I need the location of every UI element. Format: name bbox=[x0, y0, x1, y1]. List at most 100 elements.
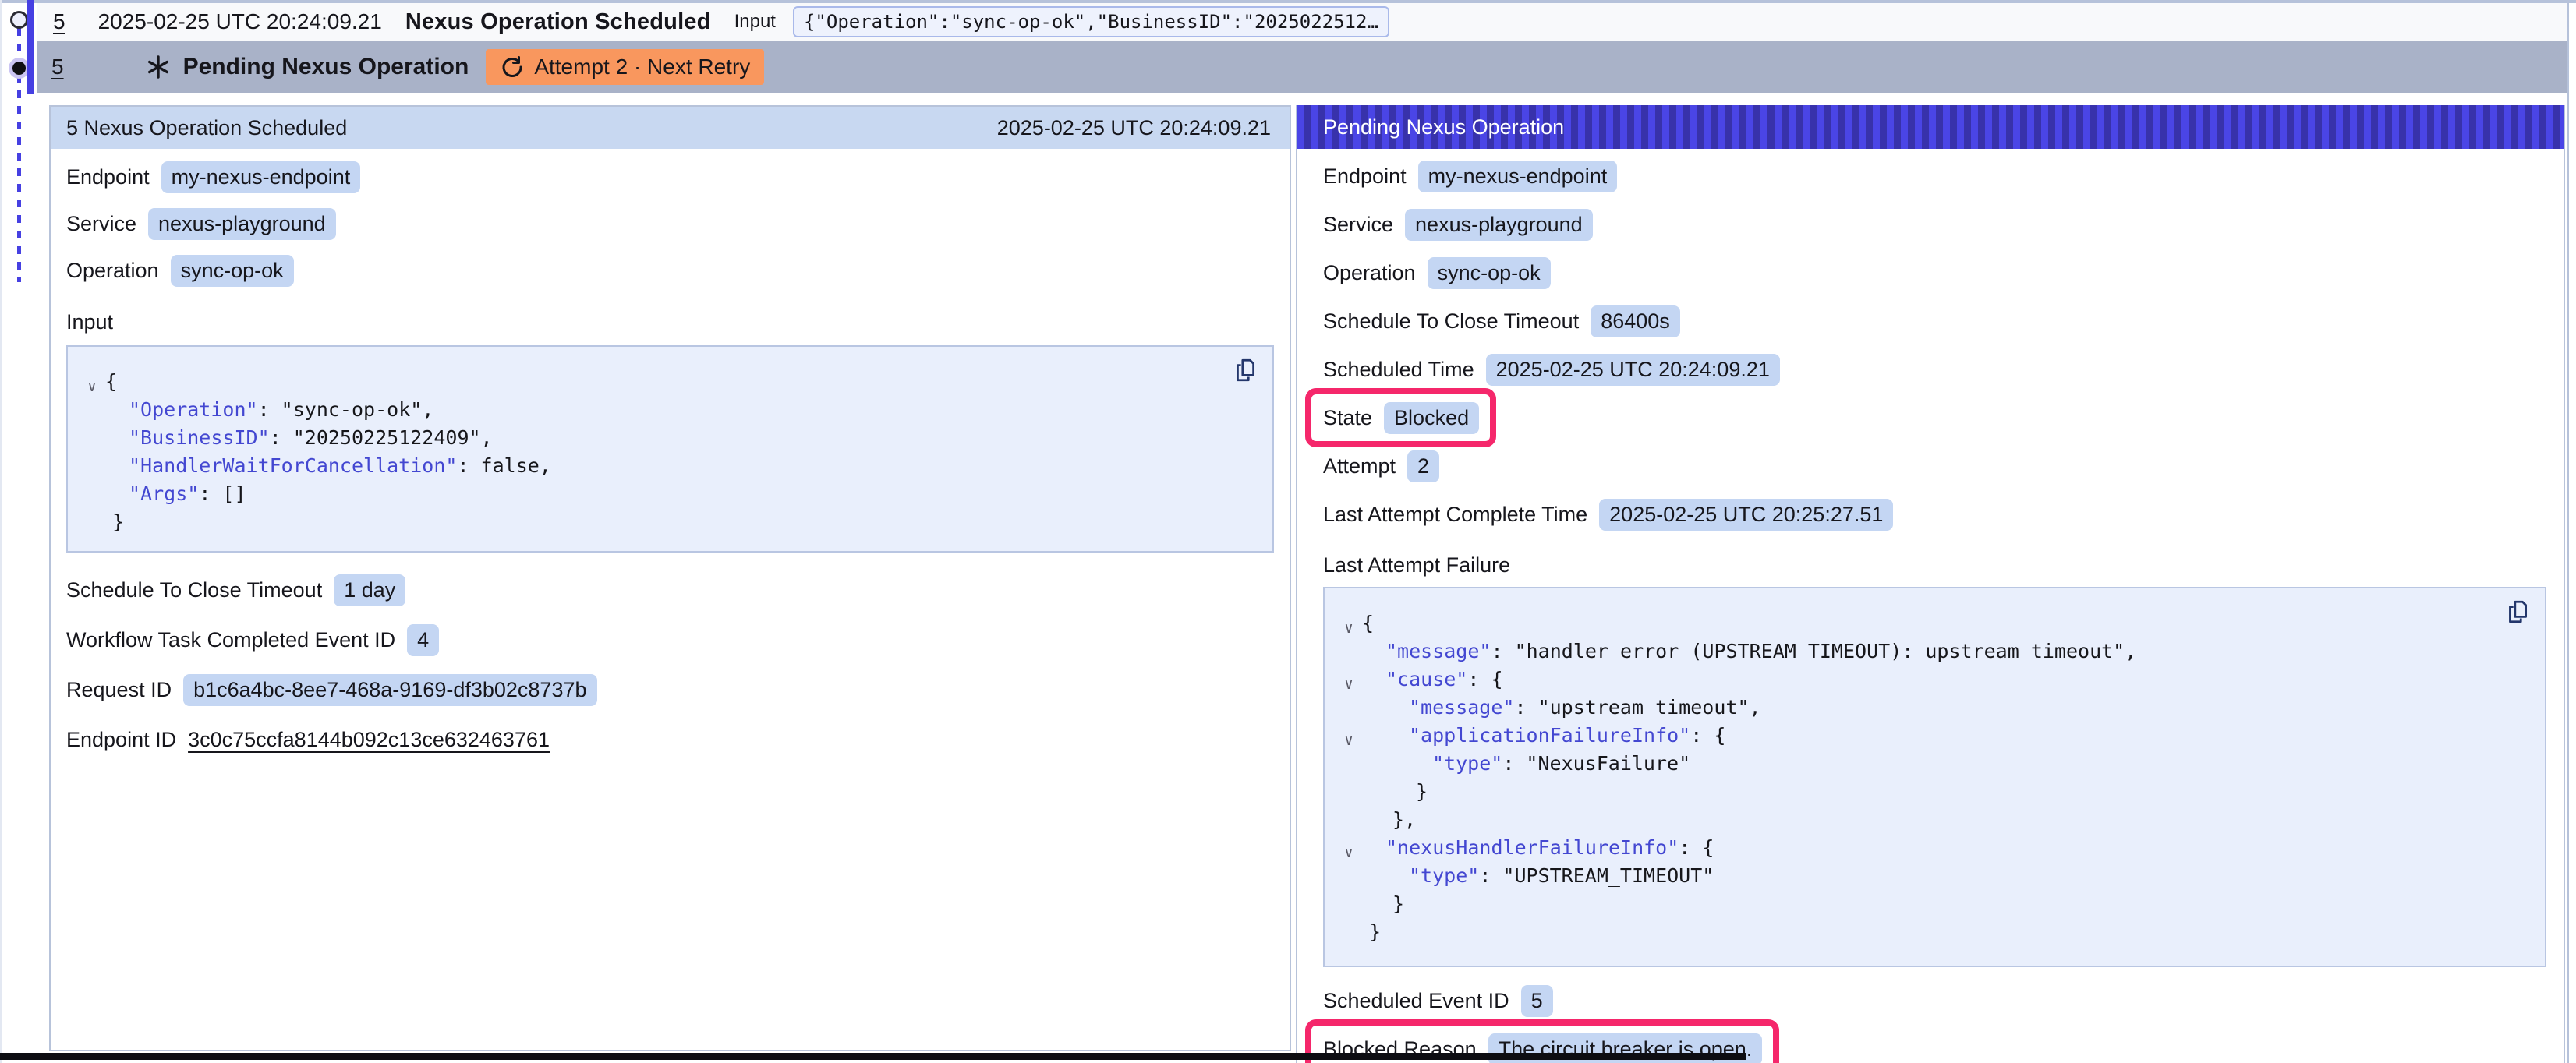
input-json-block: ∨{∨"Operation": "sync-op-ok",∨"BusinessI… bbox=[66, 345, 1274, 553]
pending-operation-panel: Pending Nexus Operation Endpointmy-nexus… bbox=[1296, 105, 2565, 1063]
field-label-operation: Operation bbox=[1323, 261, 1416, 285]
field-label-request-id: Request ID bbox=[66, 678, 172, 702]
field-label-state: State bbox=[1323, 406, 1372, 430]
field-row-scheduled-event-id: Scheduled Event ID 5 bbox=[1297, 976, 1553, 1025]
field-label-schedule-to-close-timeout: Schedule To Close Timeout bbox=[1323, 309, 1579, 334]
temporal-workflow-history-screen: 5 2025-02-25 UTC 20:24:09.21 Nexus Opera… bbox=[0, 0, 2576, 1063]
field-row-endpoint: Endpointmy-nexus-endpoint bbox=[1297, 152, 1617, 200]
field-label-endpoint-id: Endpoint ID bbox=[66, 728, 176, 752]
retry-icon bbox=[500, 55, 525, 79]
event-fields-bottom: Schedule To Close Timeout1 dayWorkflow T… bbox=[51, 565, 1290, 765]
field-row-service: Service nexus-playground bbox=[51, 200, 336, 247]
timeline-gutter bbox=[0, 0, 37, 312]
event-input-preview-chip[interactable]: {"Operation":"sync-op-ok","BusinessID":"… bbox=[793, 6, 1389, 37]
retry-badge: Attempt 2 · Next Retry bbox=[486, 49, 764, 85]
json-text: : "upstream timeout", bbox=[1514, 694, 1760, 721]
field-value-scheduled-event-id: 5 bbox=[1521, 985, 1553, 1017]
json-text: : [] bbox=[199, 481, 246, 507]
json-key: "Args" bbox=[129, 481, 199, 507]
json-key: "cause" bbox=[1385, 666, 1467, 693]
json-text: : { bbox=[1690, 722, 1725, 749]
json-line: ∨{ bbox=[79, 369, 1257, 397]
json-line: ∨ "nexusHandlerFailureInfo": { bbox=[1336, 835, 2529, 863]
field-value-operation: sync-op-ok bbox=[1428, 257, 1551, 289]
json-line: ∨} bbox=[79, 509, 1257, 537]
event-id-link[interactable]: 5 bbox=[53, 9, 65, 34]
json-line: ∨"type": "NexusFailure" bbox=[1336, 750, 2529, 779]
json-text: }, bbox=[1392, 807, 1416, 833]
history-row-event-scheduled[interactable]: 5 2025-02-25 UTC 20:24:09.21 Nexus Opera… bbox=[37, 3, 2567, 41]
copy-button[interactable] bbox=[2503, 598, 2532, 627]
json-line: ∨{ bbox=[1336, 610, 2529, 638]
json-text: : { bbox=[1679, 835, 1714, 861]
field-row-endpoint: Endpointmy-nexus-endpoint bbox=[51, 154, 360, 200]
right-frame-border bbox=[2567, 0, 2569, 1063]
event-detail-panel: 5 Nexus Operation Scheduled 2025-02-25 U… bbox=[49, 105, 1291, 1051]
field-row-request-id: Request ID b1c6a4bc-8ee7-468a-9169-df3b02… bbox=[51, 665, 597, 715]
json-key: "nexusHandlerFailureInfo" bbox=[1385, 835, 1679, 861]
json-text: } bbox=[1416, 779, 1428, 805]
bottom-edge-bar bbox=[0, 1053, 1746, 1060]
failure-json-block: ∨{∨"message": "handler error (UPSTREAM_T… bbox=[1323, 587, 2546, 967]
pending-title: Pending Nexus Operation bbox=[183, 54, 469, 80]
json-line: ∨ "cause": { bbox=[1336, 666, 2529, 694]
copy-button[interactable] bbox=[1230, 356, 1260, 386]
field-value-endpoint: my-nexus-endpoint bbox=[1418, 161, 1618, 192]
collapse-caret-icon[interactable]: ∨ bbox=[1336, 615, 1362, 641]
event-timestamp: 2025-02-25 UTC 20:24:09.21 bbox=[98, 9, 382, 34]
json-text: } bbox=[112, 509, 124, 535]
field-row-state: State Blocked bbox=[1297, 394, 1479, 442]
field-value-service: nexus-playground bbox=[148, 208, 336, 240]
json-text: : "NexusFailure" bbox=[1502, 750, 1690, 777]
field-value-operation: sync-op-ok bbox=[171, 255, 294, 287]
pending-id-link[interactable]: 5 bbox=[51, 55, 64, 79]
collapse-caret-icon[interactable]: ∨ bbox=[1336, 839, 1362, 866]
json-line: ∨"applicationFailureInfo": { bbox=[1336, 722, 2529, 750]
pending-operation-header: Pending Nexus Operation bbox=[1297, 105, 2564, 149]
timeline-current-node-icon bbox=[9, 58, 30, 79]
json-line: ∨}, bbox=[1336, 807, 2529, 835]
field-value-scheduled-time: 2025-02-25 UTC 20:24:09.21 bbox=[1486, 354, 1780, 386]
field-value-state: Blocked bbox=[1384, 402, 1479, 434]
json-line: ∨"Args": [] bbox=[79, 481, 1257, 509]
json-text: : "UPSTREAM_TIMEOUT" bbox=[1479, 863, 1714, 889]
json-key: "applicationFailureInfo" bbox=[1409, 722, 1690, 749]
failure-json-lines: ∨{∨"message": "handler error (UPSTREAM_T… bbox=[1336, 610, 2529, 947]
field-row-service: Service nexus-playground bbox=[1297, 200, 1593, 249]
timeline-selected-bar bbox=[27, 0, 34, 94]
json-line: ∨"Operation": "sync-op-ok", bbox=[79, 397, 1257, 425]
field-value-schedule-to-close-timeout: 86400s bbox=[1591, 305, 1680, 337]
json-text: } bbox=[1392, 891, 1404, 917]
collapse-caret-icon[interactable]: ∨ bbox=[1336, 727, 1362, 754]
event-title: Nexus Operation Scheduled bbox=[405, 9, 711, 35]
field-value-attempt: 2 bbox=[1407, 450, 1439, 482]
json-text: : "handler error (UPSTREAM_TIMEOUT): ups… bbox=[1491, 638, 2136, 665]
field-value-service: nexus-playground bbox=[1405, 209, 1593, 241]
event-detail-header: 5 Nexus Operation Scheduled 2025-02-25 U… bbox=[51, 107, 1290, 149]
json-key: "Operation" bbox=[129, 397, 258, 423]
json-line: ∨"type": "UPSTREAM_TIMEOUT" bbox=[1336, 863, 2529, 891]
pending-asterisk-icon bbox=[146, 55, 171, 79]
field-label-scheduled-event-id: Scheduled Event ID bbox=[1323, 989, 1509, 1013]
field-row-operation: Operation sync-op-ok bbox=[1297, 249, 1551, 297]
json-text: : "sync-op-ok", bbox=[258, 397, 434, 423]
collapse-caret-icon[interactable]: ∨ bbox=[79, 373, 105, 400]
copy-icon bbox=[2504, 599, 2531, 625]
field-label-operation: Operation bbox=[66, 259, 159, 283]
input-json-lines: ∨{∨"Operation": "sync-op-ok",∨"BusinessI… bbox=[79, 369, 1257, 537]
timeline-open-node-icon bbox=[10, 11, 28, 29]
field-value-request-id: b1c6a4bc-8ee7-468a-9169-df3b02c8737b bbox=[183, 674, 596, 706]
retry-badge-label: Attempt 2 · Next Retry bbox=[534, 55, 750, 79]
event-detail-header-timestamp: 2025-02-25 UTC 20:24:09.21 bbox=[997, 116, 1271, 140]
json-text: : { bbox=[1467, 666, 1502, 693]
failure-section-label: Last Attempt Failure bbox=[1297, 543, 2564, 587]
json-key: "message" bbox=[1409, 694, 1514, 721]
collapse-caret-icon[interactable]: ∨ bbox=[1336, 671, 1362, 697]
history-row-pending-operation[interactable]: 5 Pending Nexus Operation Attempt 2 · Ne… bbox=[37, 41, 2567, 93]
json-line: ∨"HandlerWaitForCancellation": false, bbox=[79, 453, 1257, 481]
field-value-endpoint-id[interactable]: 3c0c75ccfa8144b092c13ce632463761 bbox=[188, 728, 550, 752]
field-label-service: Service bbox=[66, 212, 136, 236]
field-row-operation: Operation sync-op-ok bbox=[51, 247, 294, 294]
field-label-service: Service bbox=[1323, 213, 1393, 237]
pending-operation-header-title: Pending Nexus Operation bbox=[1323, 115, 1564, 139]
